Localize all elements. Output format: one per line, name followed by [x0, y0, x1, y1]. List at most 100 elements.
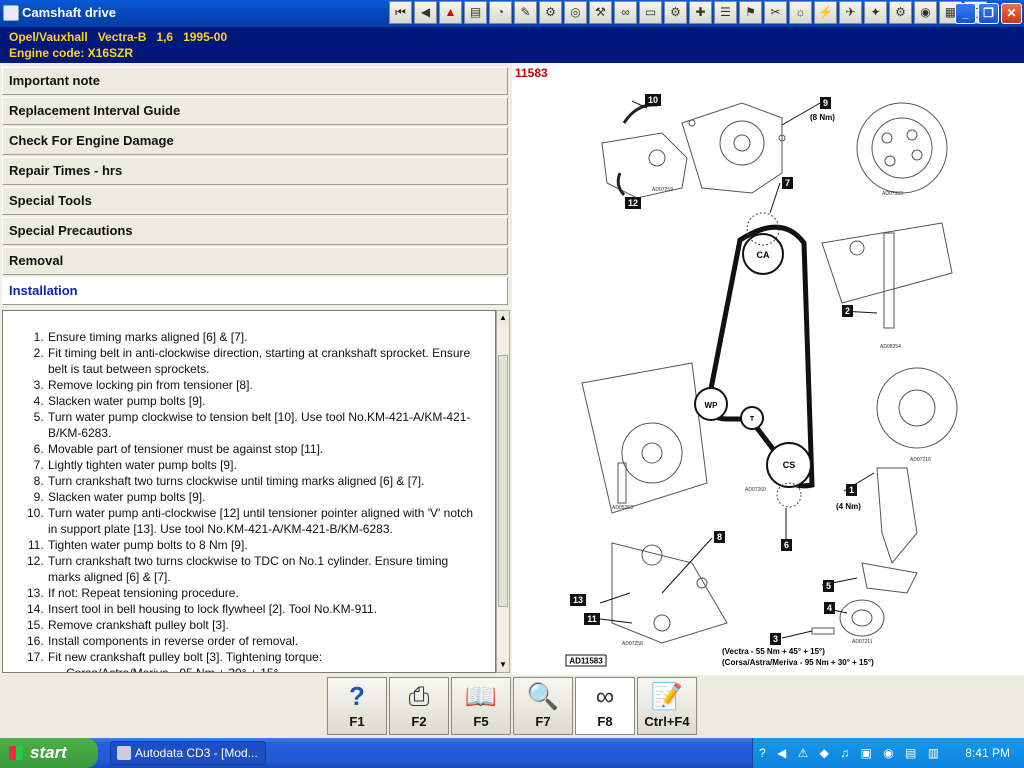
tool-icon[interactable]: ⚑: [739, 1, 762, 24]
book-icon: 📖: [464, 681, 498, 711]
battery-icon[interactable]: ▭: [639, 1, 662, 24]
tool-icon[interactable]: ⚙: [664, 1, 687, 24]
notes-icon: 📝: [650, 681, 684, 711]
callout-6: 6: [784, 540, 789, 550]
subfig-code: AD07258: [622, 641, 643, 647]
instruction-step: Turn water pump anti-clockwise [12] unti…: [47, 505, 483, 537]
taskbar-app-button[interactable]: Autodata CD3 - [Mod...: [110, 741, 266, 765]
instruction-step: Lightly tighten water pump bolts [9].: [47, 457, 483, 473]
fkey-label: F2: [411, 714, 427, 729]
warning-icon[interactable]: ▲: [439, 1, 462, 24]
close-button[interactable]: ✕: [1001, 3, 1022, 24]
vehicle-header: Opel/Vauxhall Vectra-B 1,6 1995-00 Engin…: [0, 27, 1024, 63]
instruction-step: Turn water pump clockwise to tension bel…: [47, 409, 483, 441]
crankshaft-detail-sketch: [876, 367, 958, 449]
menu-item-replacement-interval[interactable]: Replacement Interval Guide: [2, 97, 508, 125]
vertical-scrollbar[interactable]: ▲ ▼: [496, 310, 510, 673]
scroll-thumb[interactable]: [498, 355, 508, 607]
menu-item-special-tools[interactable]: Special Tools: [2, 187, 508, 215]
tray-icons[interactable]: ? ◀ ⚠ ◆ ♫ ▣ ◉ ▤ ▥: [759, 746, 943, 760]
instructions-panel: Ensure timing marks aligned [6] & [7].Fi…: [2, 310, 496, 673]
start-label: start: [30, 743, 67, 762]
water-pump-label: WP: [705, 401, 719, 410]
belt-icon[interactable]: ∞: [614, 1, 637, 24]
subfig-code: AD07211: [852, 639, 873, 645]
title-bar: Camshaft drive ⏮ ◀ ▲ ▤ ◔ ✎ ⚙ ◎ ⚒ ∞ ▭ ⚙ ✚…: [0, 0, 1024, 27]
instruction-step: Fit timing belt in anti-clockwise direct…: [47, 345, 483, 377]
callout-5: 5: [826, 581, 831, 591]
tool-icon[interactable]: ⚙: [889, 1, 912, 24]
function-key-bar: ? F1 ⎙ F2 📖 F5 🔍 F7 ∞ F8 📝 Ctrl+F4: [0, 675, 1024, 738]
timing-belt-button[interactable]: ∞ F8: [575, 677, 635, 735]
print-button[interactable]: ⎙ F2: [389, 677, 449, 735]
callout-leaders: [599, 100, 878, 639]
help-button[interactable]: ? F1: [327, 677, 387, 735]
instruction-step: Turn crankshaft two turns clockwise to T…: [47, 553, 483, 585]
menu-item-engine-damage[interactable]: Check For Engine Damage: [2, 127, 508, 155]
menu-item-repair-times[interactable]: Repair Times - hrs: [2, 157, 508, 185]
tool-icon[interactable]: ✚: [689, 1, 712, 24]
left-pane: Important note Replacement Interval Guid…: [0, 63, 512, 675]
windows-logo-icon: [9, 746, 23, 760]
fkey-label: F5: [473, 714, 489, 729]
previous-icon[interactable]: ◀: [414, 1, 437, 24]
torque-note-9: (8 Nm): [810, 113, 835, 122]
camshaft-detail-sketch: [856, 102, 948, 194]
tool-icon[interactable]: ⚒: [589, 1, 612, 24]
wheel-icon[interactable]: ◎: [564, 1, 587, 24]
app-icon: [117, 746, 131, 760]
scroll-down-button[interactable]: ▼: [497, 658, 509, 672]
tool-icon[interactable]: ✈: [839, 1, 862, 24]
clock: 8:41 PM: [965, 746, 1010, 760]
minimize-button[interactable]: _: [955, 3, 976, 24]
fkey-label: Ctrl+F4: [644, 714, 690, 729]
callout-1: 1: [849, 485, 854, 495]
callout-10: 10: [648, 95, 658, 105]
tool-icon[interactable]: ⚙: [539, 1, 562, 24]
maximize-button[interactable]: ❐: [978, 3, 999, 24]
fkey-label: F1: [349, 714, 365, 729]
subfig-code: AD05363: [612, 505, 633, 511]
callout-8: 8: [717, 532, 722, 542]
notes-button[interactable]: 📝 Ctrl+F4: [637, 677, 697, 735]
tool-icon[interactable]: ✎: [514, 1, 537, 24]
timing-belt-diagram: AD07259 AD07393 AD08254 AD07216 AD05363: [565, 94, 958, 667]
torque-note-1: (4 Nm): [836, 502, 861, 511]
toolbar: ⏮ ◀ ▲ ▤ ◔ ✎ ⚙ ◎ ⚒ ∞ ▭ ⚙ ✚ ☰ ⚑ ✂ ☼ ⚡ ✈ ✦ …: [389, 1, 989, 25]
scroll-up-button[interactable]: ▲: [497, 311, 509, 325]
taskbar: start Autodata CD3 - [Mod... ? ◀ ⚠ ◆ ♫ ▣…: [0, 738, 1024, 768]
menu-item-installation[interactable]: Installation: [2, 277, 508, 305]
start-button[interactable]: start: [0, 738, 98, 768]
instruction-step: Slacken water pump bolts [9].: [47, 489, 483, 505]
crankshaft-sprocket-label: CS: [783, 460, 796, 470]
instruction-step: Ensure timing marks aligned [6] & [7].: [47, 329, 483, 345]
menu-item-important-note[interactable]: Important note: [2, 67, 508, 95]
instruction-step: Install components in reverse order of r…: [47, 633, 483, 649]
torque-note-3b: (Corsa/Astra/Meriva - 95 Nm + 30° + 15°): [722, 658, 874, 667]
instructions-list: Ensure timing marks aligned [6] & [7].Fi…: [3, 311, 495, 672]
tool-icon[interactable]: ✂: [764, 1, 787, 24]
zoom-icon: 🔍: [526, 681, 560, 711]
tool-icon[interactable]: ☰: [714, 1, 737, 24]
book-button[interactable]: 📖 F5: [451, 677, 511, 735]
menu-item-removal[interactable]: Removal: [2, 247, 508, 275]
gauge-icon[interactable]: ◔: [489, 1, 512, 24]
tensioner-detail-sketch: [581, 362, 708, 514]
tool-icon[interactable]: ☼: [789, 1, 812, 24]
subfig-code: AD07216: [910, 457, 931, 463]
menu-item-special-precautions[interactable]: Special Precautions: [2, 217, 508, 245]
tool-icon[interactable]: ✦: [864, 1, 887, 24]
tool-icon[interactable]: ◉: [914, 1, 937, 24]
zoom-button[interactable]: 🔍 F7: [513, 677, 573, 735]
first-page-icon[interactable]: ⏮: [389, 1, 412, 24]
tool-icon[interactable]: ⚡: [814, 1, 837, 24]
instruction-step: Remove crankshaft pulley bolt [3].: [47, 617, 483, 633]
rotation-arrow-12: [616, 172, 626, 197]
instruction-step: Fit new crankshaft pulley bolt [3]. Tigh…: [47, 649, 483, 665]
subfig-code: AD07260: [745, 487, 766, 493]
timing-belt-icon: ∞: [595, 681, 615, 711]
document-icon[interactable]: ▤: [464, 1, 487, 24]
instruction-step: Tighten water pump bolts to 8 Nm [9].: [47, 537, 483, 553]
system-tray: ? ◀ ⚠ ◆ ♫ ▣ ◉ ▤ ▥ 8:41 PM: [752, 738, 1024, 768]
callout-12: 12: [628, 198, 638, 208]
